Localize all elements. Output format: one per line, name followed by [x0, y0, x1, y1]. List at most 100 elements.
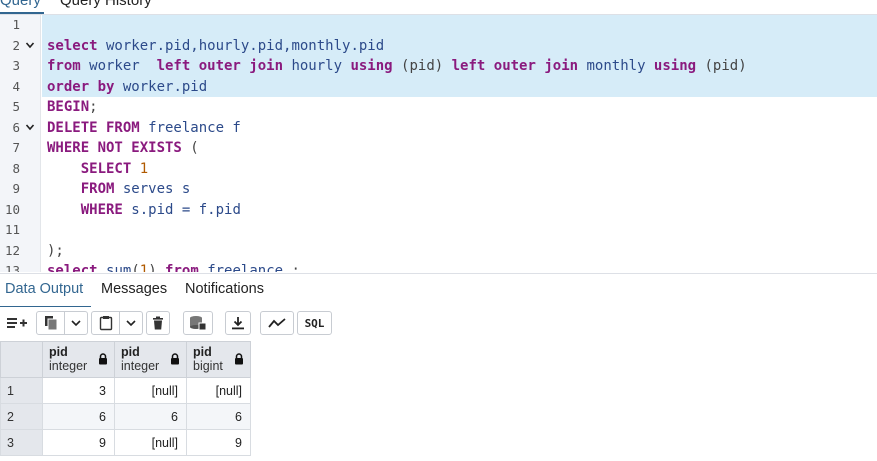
code-token: order by [47, 78, 115, 95]
copy-button[interactable] [37, 312, 64, 334]
paste-icon [99, 316, 112, 331]
line-number: 12 [4, 242, 20, 258]
code-token: from [47, 58, 81, 74]
code-text [42, 15, 877, 36]
graph-visualiser-button[interactable] [260, 311, 294, 335]
save-data-button[interactable] [183, 311, 213, 335]
line-number: 2 [12, 37, 20, 53]
row-number-header [0, 341, 43, 378]
editor-line[interactable]: 4 order by worker.pid [0, 76, 877, 97]
editor-line[interactable]: 6 DELETE FROM freelance f [0, 118, 877, 139]
code-token: (pid) [392, 58, 452, 74]
tab-messages[interactable]: Messages [101, 281, 167, 297]
sql-editor[interactable]: 1 2 select worker.pid,hourly.pid,monthly.p… [0, 15, 877, 272]
column-header-2[interactable]: pid integer [114, 341, 187, 378]
editor-line[interactable]: 1 [0, 15, 877, 36]
delete-row-button[interactable] [146, 311, 170, 335]
code-text: from worker left outer join hourly using… [42, 56, 877, 77]
code-token: ) [148, 263, 166, 272]
code-token: serves s [114, 181, 191, 197]
code-text: ); [42, 241, 877, 262]
download-button[interactable] [225, 311, 251, 335]
tab-data-output[interactable]: Data Output [5, 281, 83, 297]
paste-options-dropdown[interactable] [119, 312, 142, 334]
chevron-down-icon [71, 320, 81, 327]
row-number[interactable]: 3 [0, 429, 43, 456]
row-number[interactable]: 2 [0, 403, 43, 430]
editor-line[interactable]: 5 BEGIN; [0, 97, 877, 118]
output-tabs: Data Output Messages Notifications [0, 273, 877, 308]
result-grid: pid integer pid integer pid bigint 1 3 [… [0, 341, 251, 456]
data-toolbar: SQL [0, 307, 877, 340]
line-number: 1 [12, 17, 20, 32]
editor-line[interactable]: 2 select worker.pid,hourly.pid,monthly.pi… [0, 35, 877, 56]
table-cell[interactable]: [null] [114, 429, 187, 456]
sql-button[interactable]: SQL [297, 311, 332, 335]
tab-notifications[interactable]: Notifications [185, 281, 264, 297]
column-header-3[interactable]: pid bigint [186, 341, 251, 378]
code-token: hourly [283, 58, 351, 74]
code-token: select [47, 37, 98, 54]
delete-icon [153, 316, 163, 330]
code-token: freelance f [139, 119, 241, 136]
code-token: ; [89, 99, 98, 115]
table-row[interactable]: 3 9 [null] 9 [0, 429, 251, 456]
code-text: select sum(1) from freelance ; [42, 261, 877, 272]
table-cell[interactable]: 6 [42, 403, 115, 430]
code-token: left outer join [156, 58, 284, 74]
table-cell[interactable]: 9 [186, 429, 251, 456]
code-text: SELECT 1 [42, 159, 877, 180]
table-row[interactable]: 2 6 6 6 [0, 403, 251, 430]
paste-button[interactable] [92, 312, 119, 334]
code-token: freelance [198, 263, 284, 272]
fold-chevron-icon[interactable] [25, 122, 35, 134]
editor-line[interactable]: 13 select sum(1) from freelance ; [0, 261, 877, 272]
table-cell[interactable]: 6 [186, 403, 251, 430]
line-number: 13 [4, 263, 20, 272]
line-number: 10 [4, 201, 20, 217]
column-header-1[interactable]: pid integer [42, 341, 115, 378]
editor-line[interactable]: 3 from worker left outer join hourly usin… [0, 56, 877, 77]
code-token: FROM [80, 181, 115, 197]
copy-group [36, 311, 88, 335]
code-token: SELECT [80, 160, 132, 177]
code-text: select worker.pid,hourly.pid,monthly.pid [42, 35, 877, 56]
code-token: ( [131, 263, 140, 272]
table-cell[interactable]: [null] [186, 377, 251, 404]
query-tabs: Query Query History [0, 0, 877, 15]
tab-query-history[interactable]: Query History [60, 0, 152, 9]
code-token: BEGIN [47, 99, 90, 115]
tab-query[interactable]: Query [0, 0, 41, 9]
table-cell[interactable]: [null] [114, 377, 187, 404]
sql-icon: SQL [304, 316, 325, 330]
code-token: using [653, 58, 697, 74]
code-token: left outer join [451, 58, 579, 74]
code-token: 1 [139, 160, 149, 177]
table-cell[interactable]: 3 [42, 377, 115, 404]
active-tab-indicator [0, 12, 44, 14]
copy-options-dropdown[interactable] [64, 312, 87, 334]
editor-line[interactable]: 11 [0, 220, 877, 241]
editor-line[interactable]: 9 FROM serves s [0, 179, 877, 200]
code-text: BEGIN; [42, 97, 877, 118]
editor-line[interactable]: 10 WHERE s.pid = f.pid [0, 200, 877, 221]
code-token: ); [47, 242, 64, 259]
row-number[interactable]: 1 [0, 377, 43, 404]
editor-line[interactable]: 12); [0, 241, 877, 262]
table-cell[interactable]: 6 [114, 403, 187, 430]
code-token: select [47, 263, 98, 272]
code-token: from [165, 263, 199, 272]
table-cell[interactable]: 9 [42, 429, 115, 456]
table-row[interactable]: 1 3 [null] [null] [0, 377, 251, 404]
fold-chevron-icon[interactable] [25, 40, 35, 52]
save-data-icon [190, 316, 207, 331]
line-number: 11 [4, 222, 20, 237]
add-row-button[interactable] [2, 311, 32, 335]
editor-line[interactable]: 7 WHERE NOT EXISTS ( [0, 138, 877, 159]
copy-icon [44, 316, 58, 331]
line-number: 7 [12, 140, 20, 155]
editor-line[interactable]: 8 SELECT 1 [0, 159, 877, 180]
